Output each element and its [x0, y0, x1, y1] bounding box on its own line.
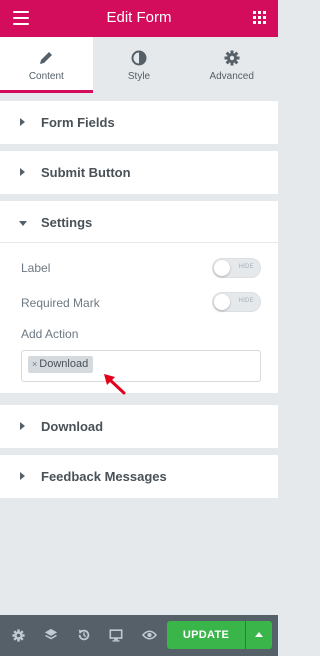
tab-content[interactable]: Content: [0, 37, 93, 93]
annotation-arrow-icon: [104, 374, 126, 395]
history-icon[interactable]: [76, 627, 92, 643]
caret-down-icon: [19, 221, 27, 226]
settings-gear-icon[interactable]: [10, 627, 26, 643]
section-title: Feedback Messages: [41, 469, 167, 484]
switch-knob: [214, 260, 230, 276]
section-settings[interactable]: Settings: [0, 201, 278, 243]
panel-title: Edit Form: [106, 9, 172, 26]
section-submit-button[interactable]: Submit Button: [0, 151, 278, 195]
caret-right-icon: [20, 168, 25, 176]
section-download[interactable]: Download: [0, 405, 278, 449]
required-mark-switch[interactable]: HIDE: [212, 292, 261, 312]
tab-label: Style: [127, 71, 151, 82]
remove-chip-icon[interactable]: ×: [32, 359, 37, 369]
label-control-label: Label: [21, 261, 51, 275]
tab-style[interactable]: Style: [93, 37, 186, 93]
tab-label: Content: [28, 71, 64, 82]
caret-right-icon: [20, 472, 25, 480]
panel-footer: UPDATE: [0, 615, 278, 656]
section-form-fields[interactable]: Form Fields: [0, 101, 278, 145]
half-circle-icon: [93, 50, 186, 66]
caret-up-icon: [255, 632, 263, 637]
preview-eye-icon[interactable]: [141, 627, 157, 643]
section-title: Download: [41, 419, 104, 434]
label-hide-switch[interactable]: HIDE: [212, 258, 261, 278]
switch-text: HIDE: [238, 298, 254, 304]
caret-right-icon: [20, 422, 25, 430]
section-feedback-messages[interactable]: Feedback Messages: [0, 455, 278, 499]
action-chip-download[interactable]: × Download: [28, 356, 94, 373]
add-action-select[interactable]: × Download: [21, 350, 261, 382]
section-title: Form Fields: [41, 115, 115, 130]
section-title: Settings: [41, 215, 93, 230]
widgets-grid-icon[interactable]: [253, 11, 266, 24]
responsive-desktop-icon[interactable]: [108, 627, 124, 643]
panel-tabs: Content Style Advanced: [0, 37, 278, 93]
navigator-layers-icon[interactable]: [43, 627, 59, 643]
gear-icon: [185, 50, 278, 66]
update-options-button[interactable]: [246, 621, 272, 649]
add-action-label: Add Action: [21, 327, 79, 341]
switch-knob: [214, 294, 230, 310]
required-mark-label: Required Mark: [21, 296, 100, 310]
switch-text: HIDE: [238, 264, 254, 270]
pencil-icon: [0, 50, 93, 66]
section-title: Submit Button: [41, 165, 131, 180]
chip-label: Download: [39, 358, 89, 370]
tab-label: Advanced: [209, 71, 254, 82]
caret-right-icon: [20, 118, 25, 126]
update-button[interactable]: UPDATE: [167, 621, 245, 649]
tab-advanced[interactable]: Advanced: [185, 37, 278, 93]
panel-header: Edit Form: [0, 0, 278, 37]
